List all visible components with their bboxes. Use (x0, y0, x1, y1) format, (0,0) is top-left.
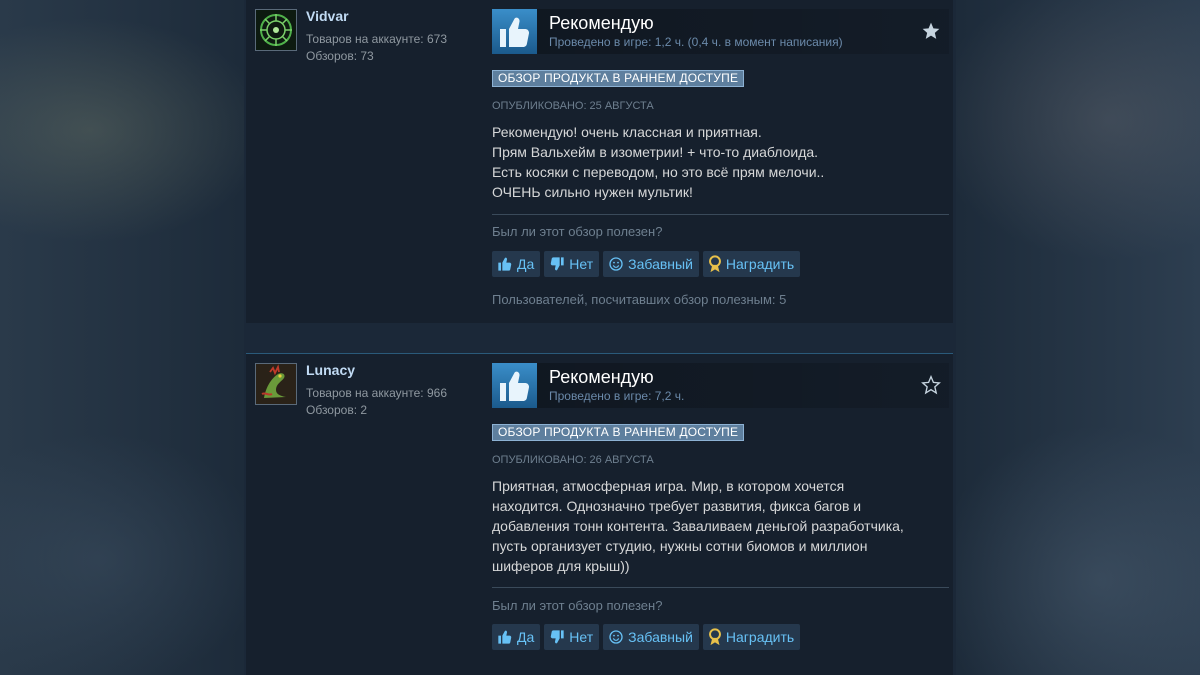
vote-funny-button[interactable]: Забавный (603, 624, 699, 650)
vote-yes-label: Да (517, 629, 535, 645)
award-button[interactable]: Наградить (702, 624, 801, 650)
review-verdict[interactable]: Рекомендую (549, 367, 654, 388)
divider (492, 587, 949, 588)
review-line: Рекомендую! очень классная и приятная. (492, 124, 762, 140)
review-card: Lunacy Товаров на аккаунте: 966 Обзоров:… (246, 353, 953, 675)
vote-no-label: Нет (569, 629, 594, 645)
review-content: Рекомендую! очень классная и приятная. П… (492, 122, 932, 202)
posted-date: ОПУБЛИКОВАНО: 25 АВГУСТА (492, 100, 654, 112)
review-line: ОЧЕНЬ сильно нужен мультик! (492, 184, 693, 200)
award-ribbon-icon (708, 628, 721, 646)
vote-yes-label: Да (517, 256, 535, 272)
star-icon[interactable] (921, 375, 941, 395)
thumbs-down-icon (551, 630, 564, 644)
review-verdict[interactable]: Рекомендую (549, 13, 654, 34)
thumbs-up-icon (498, 257, 512, 271)
thumbs-up-icon (499, 17, 529, 47)
review-playtime: Проведено в игре: 7,2 ч. (549, 389, 685, 403)
vote-no-button[interactable]: Нет (544, 251, 600, 277)
smiley-icon (609, 257, 623, 271)
recommended-thumb (492, 363, 537, 408)
divider (492, 214, 949, 215)
early-access-badge: ОБЗОР ПРОДУКТА В РАННЕМ ДОСТУПЕ (492, 70, 745, 87)
vote-funny-button[interactable]: Забавный (603, 251, 699, 277)
review-content: Приятная, атмосферная игра. Мир, в котор… (492, 476, 932, 576)
award-label: Наградить (725, 629, 795, 645)
review-playtime: Проведено в игре: 1,2 ч. (0,4 ч. в момен… (549, 35, 843, 49)
review-line: Есть косяки с переводом, но это всё прям… (492, 164, 825, 180)
review-line: шиферов для крыш)) (492, 558, 630, 574)
thumbs-down-icon (551, 257, 564, 271)
thumbs-up-icon (498, 630, 512, 644)
recommended-thumb (492, 9, 537, 54)
author-products-count[interactable]: Товаров на аккаунте: 673 (306, 32, 447, 46)
review-header: Рекомендую Проведено в игре: 1,2 ч. (0,4… (492, 9, 949, 54)
award-button[interactable]: Наградить (702, 251, 801, 277)
review-line: Приятная, атмосферная игра. Мир, в котор… (492, 478, 845, 494)
thumbs-up-icon (499, 371, 529, 401)
vote-no-label: Нет (569, 256, 594, 272)
avatar[interactable] (255, 363, 297, 405)
author-name[interactable]: Vidvar (306, 8, 349, 24)
award-ribbon-icon (708, 255, 721, 273)
helpful-question: Был ли этот обзор полезен? (492, 598, 663, 613)
helpful-count: Пользователей, посчитавших обзор полезны… (492, 292, 787, 307)
smiley-icon (609, 630, 623, 644)
early-access-badge: ОБЗОР ПРОДУКТА В РАННЕМ ДОСТУПЕ (492, 424, 745, 441)
vote-buttons: Да Нет Забавный Наградить (492, 251, 801, 277)
review-line: пусть организует студию, нужны сотни био… (492, 538, 868, 554)
vote-no-button[interactable]: Нет (544, 624, 600, 650)
author-name[interactable]: Lunacy (306, 362, 355, 378)
vote-funny-label: Забавный (628, 256, 693, 272)
review-line: добавления тонн контента. Заваливаем ден… (492, 518, 904, 534)
review-line: находится. Однозначно требует развития, … (492, 498, 862, 514)
vote-yes-button[interactable]: Да (492, 251, 541, 277)
vote-yes-button[interactable]: Да (492, 624, 541, 650)
review-card: Vidvar Товаров на аккаунте: 673 Обзоров:… (246, 0, 953, 323)
avatar-creature-image (256, 364, 296, 404)
review-header: Рекомендую Проведено в игре: 7,2 ч. (492, 363, 949, 408)
avatar-rune-image (256, 10, 296, 50)
helpful-question: Был ли этот обзор полезен? (492, 224, 663, 239)
vote-funny-label: Забавный (628, 629, 693, 645)
author-reviews-count[interactable]: Обзоров: 73 (306, 49, 374, 63)
avatar[interactable] (255, 9, 297, 51)
vote-buttons: Да Нет Забавный Наградить (492, 624, 801, 650)
author-products-count[interactable]: Товаров на аккаунте: 966 (306, 386, 447, 400)
posted-date: ОПУБЛИКОВАНО: 26 АВГУСТА (492, 454, 654, 466)
review-line: Прям Вальхейм в изометрии! + что-то диаб… (492, 144, 819, 160)
star-icon[interactable] (921, 21, 941, 41)
author-reviews-count[interactable]: Обзоров: 2 (306, 403, 367, 417)
award-label: Наградить (725, 256, 795, 272)
